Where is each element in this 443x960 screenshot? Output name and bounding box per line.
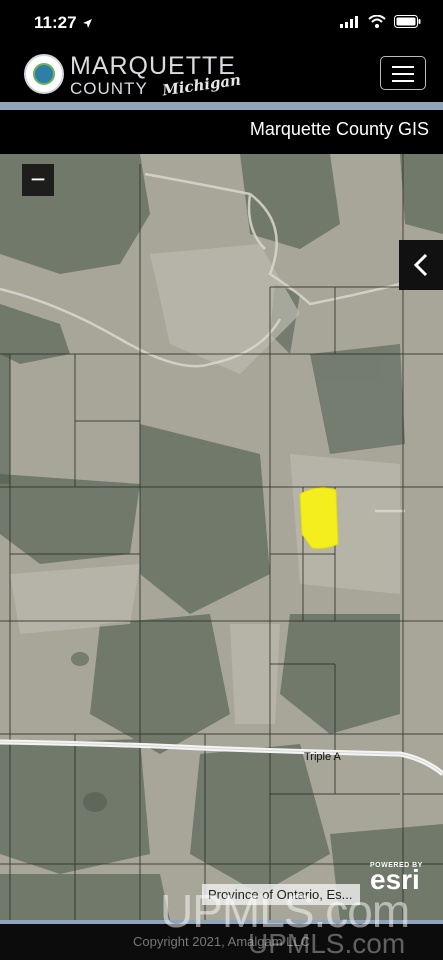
hamburger-menu-icon — [392, 66, 414, 68]
wifi-icon — [368, 15, 386, 33]
battery-icon — [394, 15, 421, 33]
hamburger-line — [392, 80, 414, 82]
watermark-small: UPMLS.com — [248, 928, 405, 960]
status-time: 11:27 — [34, 13, 77, 33]
panel-toggle-button[interactable] — [399, 240, 443, 290]
accent-divider — [0, 102, 443, 110]
title-bar: Marquette County GIS — [0, 110, 443, 154]
road-label: Triple A — [304, 751, 342, 763]
map-view[interactable]: Triple A − POWERED BY esri Province of O… — [0, 154, 443, 920]
signal-icon — [340, 15, 360, 33]
page-title: Marquette County GIS — [250, 119, 429, 140]
county-seal-logo[interactable] — [24, 54, 64, 94]
app-header: MARQUETTE COUNTY Michigan — [0, 46, 443, 102]
aerial-imagery: Triple A — [0, 154, 443, 920]
status-bar: 11:27 — [0, 0, 443, 46]
hamburger-line — [392, 73, 414, 75]
selected-parcel-highlight — [300, 488, 338, 549]
logo-subtitle: COUNTY — [70, 79, 148, 99]
hamburger-menu-button[interactable] — [380, 56, 426, 90]
location-arrow-icon — [82, 16, 93, 34]
zoom-out-button[interactable]: − — [22, 164, 54, 196]
